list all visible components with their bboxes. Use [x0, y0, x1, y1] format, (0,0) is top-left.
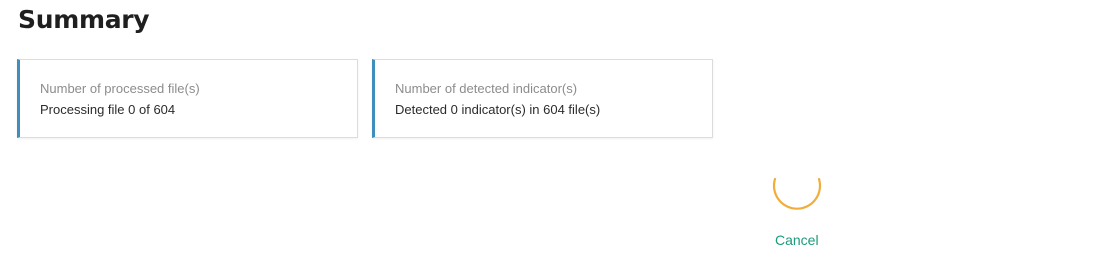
detected-indicators-card: Number of detected indicator(s) Detected… [372, 59, 713, 138]
page-title: Summary [18, 5, 150, 34]
detected-indicators-label: Number of detected indicator(s) [395, 81, 578, 96]
processed-files-card: Number of processed file(s) Processing f… [17, 59, 358, 138]
loading-spinner-icon [771, 160, 823, 212]
detected-indicators-value: Detected 0 indicator(s) in 604 file(s) [395, 102, 601, 117]
processed-files-label: Number of processed file(s) [40, 81, 200, 96]
cancel-button[interactable]: Cancel [775, 232, 819, 248]
processed-files-value: Processing file 0 of 604 [40, 102, 176, 117]
